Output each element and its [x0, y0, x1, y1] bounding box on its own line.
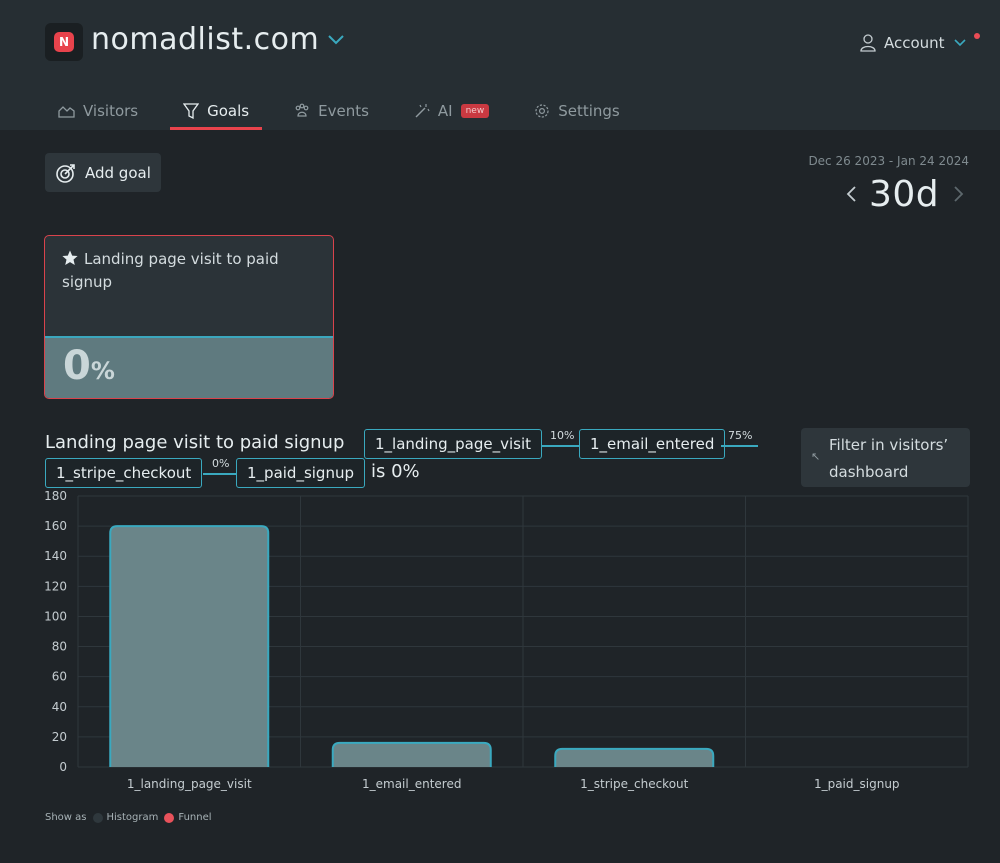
tab-visitors[interactable]: Visitors	[45, 92, 151, 130]
star-icon	[62, 250, 78, 265]
tab-label: Visitors	[83, 102, 139, 120]
x-tick-label: 1_email_entered	[362, 777, 461, 791]
funnel-result: is 0%	[371, 461, 420, 482]
chevron-left-icon[interactable]	[845, 185, 857, 203]
tab-bar: Visitors Goals Events AI new Settings	[45, 92, 652, 130]
tab-label: Events	[318, 102, 369, 120]
x-tick-label: 1_stripe_checkout	[580, 777, 689, 791]
funnel-connector	[542, 445, 580, 447]
chevron-down-icon[interactable]	[327, 34, 345, 46]
add-goal-button[interactable]: Add goal	[45, 153, 161, 192]
y-tick-label: 100	[44, 609, 67, 623]
chevron-down-icon	[954, 39, 966, 47]
y-tick-label: 80	[52, 640, 67, 654]
magic-wand-icon	[415, 104, 430, 118]
new-badge: new	[460, 104, 490, 118]
bar	[555, 748, 714, 767]
logo-icon: N	[54, 32, 74, 52]
goal-unit: %	[90, 357, 115, 385]
funnel-connector	[203, 473, 237, 475]
conversion-rate: 10%	[550, 429, 575, 442]
goal-card[interactable]: Landing page visit to paid signup 0%	[44, 235, 334, 399]
y-tick-label: 120	[44, 579, 67, 593]
goal-card-title: Landing page visit to paid signup	[62, 248, 312, 294]
funnel-step: 1_stripe_checkout	[45, 458, 203, 488]
tab-label: Settings	[558, 102, 620, 120]
tab-events[interactable]: Events	[281, 92, 382, 130]
bar	[110, 526, 269, 767]
add-goal-label: Add goal	[85, 163, 151, 182]
chart-legend: Show as Histogram Funnel	[45, 812, 212, 823]
funnel-icon	[183, 103, 200, 119]
histogram-radio[interactable]	[92, 812, 103, 823]
funnel-connector	[721, 445, 758, 447]
goal-title-text: Landing page visit to paid signup	[62, 250, 279, 291]
tab-label: AI	[437, 102, 453, 120]
conversion-rate: 75%	[728, 429, 753, 442]
paw-icon	[295, 103, 309, 117]
target-icon	[56, 163, 75, 183]
show-as-label: Show as	[45, 812, 87, 823]
y-tick-label: 20	[52, 730, 67, 744]
date-range: Dec 26 2023 - Jan 24 2024	[808, 154, 969, 168]
conversion-rate: 0%	[212, 457, 230, 470]
period-value[interactable]: 30d	[869, 174, 939, 215]
arrow-up-left-icon: ↖	[811, 450, 821, 463]
app-header: N nomadlist.com Account Visitors Goals E…	[0, 0, 1000, 130]
tab-ai[interactable]: AI new	[401, 92, 502, 130]
account-menu[interactable]: Account	[860, 33, 967, 53]
goal-conversion-value: 0%	[63, 343, 115, 389]
tab-label: Goals	[207, 102, 250, 120]
funnel-step: 1_paid_signup	[236, 458, 365, 488]
y-tick-label: 40	[52, 700, 67, 714]
goal-value: 0	[63, 343, 91, 389]
filter-label: Filter in visitors’ dashboard	[829, 436, 949, 481]
user-icon	[860, 34, 876, 52]
funnel-bar-chart: 0 20 40 60 80 100 120 140 160 180 1_landing_page_v…	[44, 489, 969, 791]
funnel-step: 1_landing_page_visit	[364, 429, 542, 459]
x-tick-label: 1_landing_page_visit	[127, 777, 252, 791]
chart-area-icon	[58, 106, 75, 118]
site-name[interactable]: nomadlist.com	[91, 22, 319, 57]
funnel-step: 1_email_entered	[579, 429, 726, 459]
tab-settings[interactable]: Settings	[521, 92, 633, 130]
account-label: Account	[884, 34, 945, 52]
y-tick-label: 160	[44, 519, 67, 533]
notification-dot	[974, 33, 980, 39]
x-tick-label: 1_paid_signup	[814, 777, 900, 791]
y-tick-label: 140	[44, 549, 67, 563]
filter-visitors-dashboard-button[interactable]: ↖ Filter in visitors’ dashboard	[801, 428, 970, 487]
funnel-label[interactable]: Funnel	[178, 812, 211, 823]
bar	[332, 742, 491, 767]
y-tick-label: 0	[59, 760, 67, 774]
funnel-radio[interactable]	[164, 812, 175, 823]
site-logo[interactable]: N	[45, 23, 83, 61]
period-selector: 30d	[845, 172, 970, 216]
funnel-title: Landing page visit to paid signup	[45, 432, 345, 453]
gear-icon	[535, 104, 549, 118]
histogram-label[interactable]: Histogram	[107, 812, 159, 823]
y-tick-label: 60	[52, 670, 67, 684]
tab-goals[interactable]: Goals	[170, 92, 263, 130]
chevron-right-icon[interactable]	[953, 185, 965, 203]
y-tick-label: 180	[44, 489, 67, 503]
